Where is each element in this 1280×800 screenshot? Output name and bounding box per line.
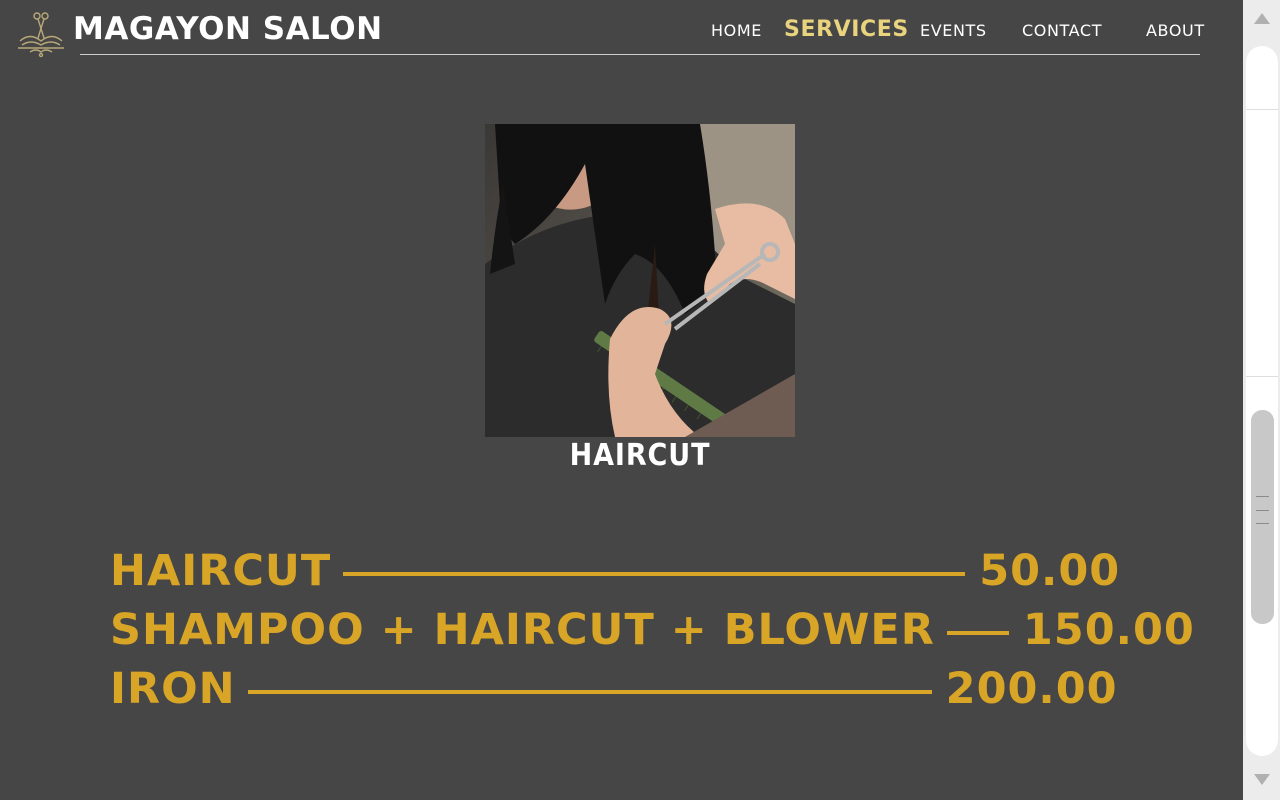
price-leader-line (247, 689, 932, 694)
price-row-haircut: HAIRCUT 50.00 (110, 546, 1120, 596)
nav-home[interactable]: HOME (711, 21, 762, 40)
header-divider (80, 54, 1200, 55)
service-name: HAIRCUT (110, 546, 332, 596)
price-row-shampoo-haircut-blower: SHAMPOO + HAIRCUT + BLOWER 150.00 (110, 605, 1195, 655)
haircut-photo (485, 124, 795, 437)
price-leader-line (946, 630, 1009, 635)
page: MAGAYON SALON HOME SERVICES EVENTS CONTA… (0, 0, 1280, 800)
scroll-thumb[interactable] (1251, 410, 1274, 624)
scroll-track[interactable] (1246, 46, 1278, 756)
scroll-up-arrow-icon[interactable] (1254, 13, 1270, 24)
nav-services[interactable]: SERVICES (784, 17, 909, 42)
scroll-track-divider (1246, 376, 1278, 377)
salon-logo-icon[interactable] (16, 8, 66, 58)
scroll-down-arrow-icon[interactable] (1254, 774, 1270, 785)
service-price: 200.00 (945, 664, 1118, 714)
service-title: HAIRCUT (569, 438, 711, 473)
service-name: SHAMPOO + HAIRCUT + BLOWER (110, 605, 935, 655)
scroll-track-divider (1246, 109, 1278, 110)
nav-about[interactable]: ABOUT (1146, 21, 1205, 40)
service-name: IRON (110, 664, 236, 714)
grip-line (1256, 496, 1269, 497)
price-leader-line (343, 571, 966, 576)
price-row-iron: IRON 200.00 (110, 664, 1118, 714)
nav-contact[interactable]: CONTACT (1022, 21, 1102, 40)
grip-line (1256, 523, 1269, 524)
service-price: 150.00 (1022, 605, 1195, 655)
brand-name[interactable]: MAGAYON SALON (73, 11, 383, 47)
grip-line (1256, 510, 1269, 511)
nav-events[interactable]: EVENTS (920, 21, 987, 40)
service-price: 50.00 (979, 546, 1121, 596)
vertical-scrollbar[interactable] (1243, 0, 1280, 800)
